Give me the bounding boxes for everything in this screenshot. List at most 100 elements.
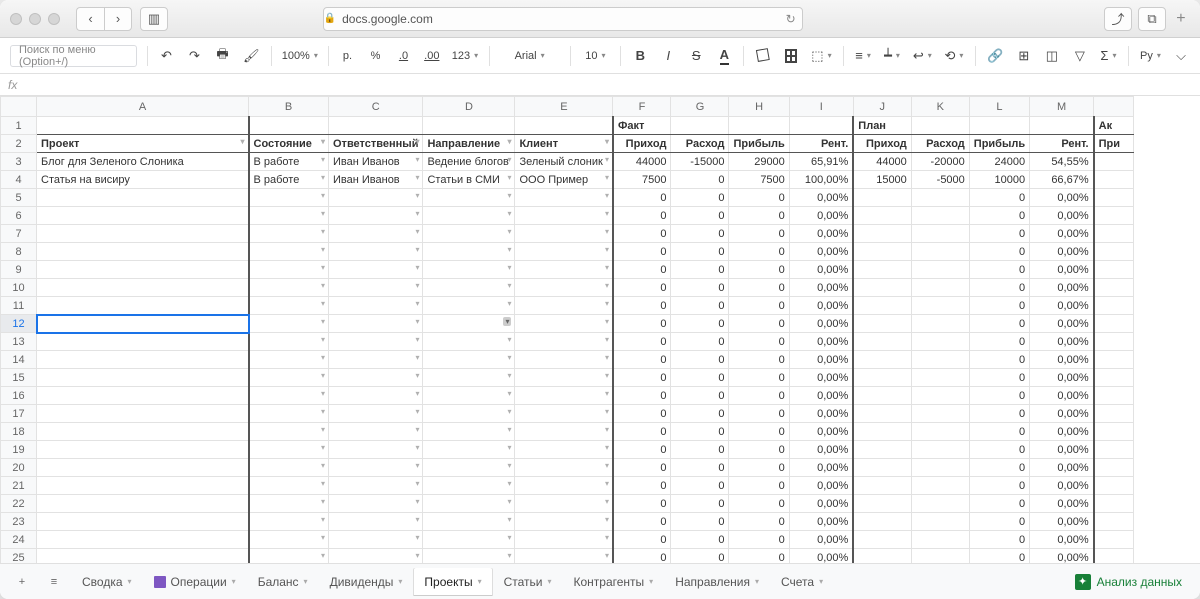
cell-A5[interactable] [37,189,249,207]
cell-N11[interactable] [1094,297,1134,315]
row-header-19[interactable]: 19 [1,441,37,459]
row-header-22[interactable]: 22 [1,495,37,513]
cell-J7[interactable] [853,225,911,243]
cell-A15[interactable] [37,369,249,387]
cell-D12[interactable] [423,315,515,333]
cell-E23[interactable] [515,513,613,531]
cell-J17[interactable] [853,405,911,423]
cell-F18[interactable]: 0 [613,423,671,441]
chevron-down-icon[interactable]: ▾ [755,577,759,586]
cell-M15[interactable]: 0,00% [1030,369,1094,387]
functions-button[interactable]: Σ [1099,44,1118,68]
cell-H17[interactable]: 0 [729,405,789,423]
cell-H22[interactable]: 0 [729,495,789,513]
row-header-17[interactable]: 17 [1,405,37,423]
cell-C22[interactable] [329,495,423,513]
cell-I18[interactable]: 0,00% [789,423,853,441]
cell-I9[interactable]: 0,00% [789,261,853,279]
cell-H13[interactable]: 0 [729,333,789,351]
filter-button[interactable]: ▽ [1071,44,1089,68]
cell-H12[interactable]: 0 [729,315,789,333]
insert-chart-button[interactable]: ◫ [1043,44,1061,68]
cell-J15[interactable] [853,369,911,387]
cell-L13[interactable]: 0 [969,333,1029,351]
zoom-select[interactable]: 100% [282,44,318,68]
cell-K13[interactable] [911,333,969,351]
more-formats-button[interactable]: 123 [451,44,479,68]
cell-I8[interactable]: 0,00% [789,243,853,261]
cell-L4[interactable]: 10000 [969,171,1029,189]
cell-C4[interactable]: Иван Иванов [329,171,423,189]
cell-J14[interactable] [853,351,911,369]
chevron-down-icon[interactable]: ▾ [478,577,482,586]
cell-E12[interactable] [515,315,613,333]
col-header-F[interactable]: F [613,97,671,117]
cell-F3[interactable]: 44000 [613,153,671,171]
cell-M17[interactable]: 0,00% [1030,405,1094,423]
row-header-10[interactable]: 10 [1,279,37,297]
cell-I12[interactable]: 0,00% [789,315,853,333]
cell-L17[interactable]: 0 [969,405,1029,423]
insert-link-button[interactable]: 🔗 [986,44,1005,68]
cell-M23[interactable]: 0,00% [1030,513,1094,531]
cell-D7[interactable] [423,225,515,243]
cell-F14[interactable]: 0 [613,351,671,369]
merge-cells-button[interactable]: ⬚ [810,44,833,68]
cell-C16[interactable] [329,387,423,405]
cell-N9[interactable] [1094,261,1134,279]
chevron-down-icon[interactable]: ▾ [304,577,308,586]
cell-G18[interactable]: 0 [671,423,729,441]
cell-G12[interactable]: 0 [671,315,729,333]
cell-B21[interactable] [249,477,329,495]
cell-J22[interactable] [853,495,911,513]
cell-H25[interactable]: 0 [729,549,789,564]
cell-H8[interactable]: 0 [729,243,789,261]
cell-J20[interactable] [853,459,911,477]
url-bar[interactable]: 🔒 docs.google.com ↻ [323,7,803,31]
cell-G16[interactable]: 0 [671,387,729,405]
cell-K16[interactable] [911,387,969,405]
cell-C17[interactable] [329,405,423,423]
cell-K5[interactable] [911,189,969,207]
cell-D22[interactable] [423,495,515,513]
cell-G10[interactable]: 0 [671,279,729,297]
cell-H15[interactable]: 0 [729,369,789,387]
chevron-down-icon[interactable]: ▾ [547,577,551,586]
cell-A18[interactable] [37,423,249,441]
cell-M16[interactable]: 0,00% [1030,387,1094,405]
row-header-1[interactable]: 1 [1,117,37,135]
cell-D10[interactable] [423,279,515,297]
col-header-A[interactable]: A [37,97,249,117]
share-button[interactable]: ⤴ [1104,7,1132,31]
sidebar-button[interactable]: ▥ [140,7,168,31]
cell-H20[interactable]: 0 [729,459,789,477]
cell-D17[interactable] [423,405,515,423]
cell-G19[interactable]: 0 [671,441,729,459]
row-header-6[interactable]: 6 [1,207,37,225]
cell-C23[interactable] [329,513,423,531]
cell-F25[interactable]: 0 [613,549,671,564]
row-header-25[interactable]: 25 [1,549,37,564]
cell-J24[interactable] [853,531,911,549]
row-header-13[interactable]: 13 [1,333,37,351]
cell-N19[interactable] [1094,441,1134,459]
cell-F17[interactable]: 0 [613,405,671,423]
cell-H14[interactable]: 0 [729,351,789,369]
cell-E17[interactable] [515,405,613,423]
cell-K11[interactable] [911,297,969,315]
cell-I11[interactable]: 0,00% [789,297,853,315]
cell-B3[interactable]: В работе [249,153,329,171]
cell-F4[interactable]: 7500 [613,171,671,189]
cell-B24[interactable] [249,531,329,549]
cell-M11[interactable]: 0,00% [1030,297,1094,315]
cell-B23[interactable] [249,513,329,531]
cell-C19[interactable] [329,441,423,459]
close-window-icon[interactable] [10,13,22,25]
col-header-G[interactable]: G [671,97,729,117]
row-header-24[interactable]: 24 [1,531,37,549]
borders-button[interactable] [782,44,800,68]
cell-C18[interactable] [329,423,423,441]
chevron-down-icon[interactable]: ▾ [649,577,653,586]
cell-L24[interactable]: 0 [969,531,1029,549]
cell-G8[interactable]: 0 [671,243,729,261]
